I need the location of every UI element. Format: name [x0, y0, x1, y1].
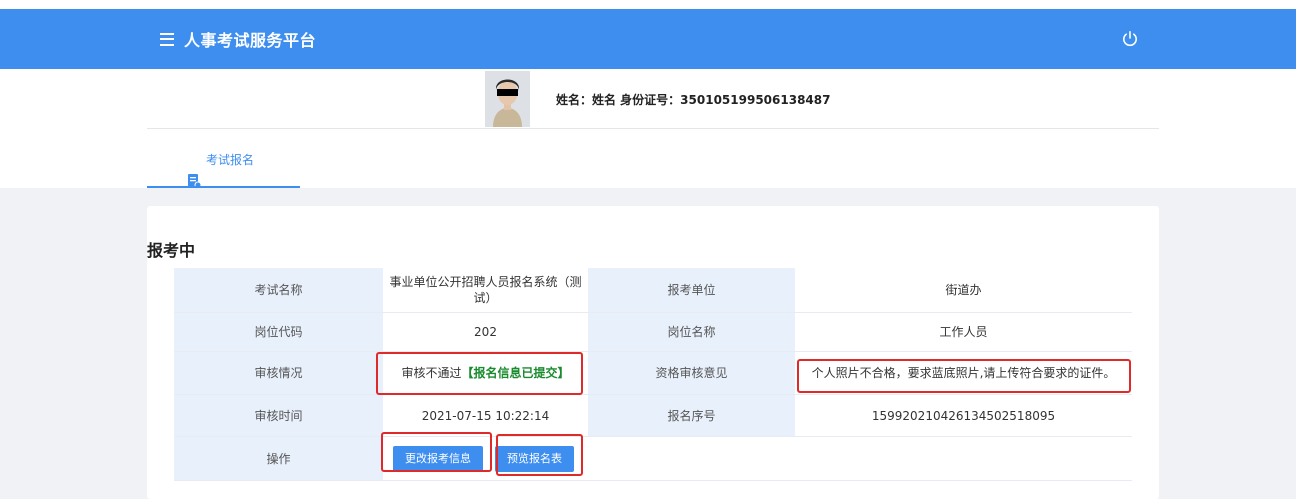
label-unit: 报考单位 [588, 268, 795, 312]
user-bar: 姓名：姓名 身份证号：350105199506138487 [0, 69, 1296, 129]
value-exam-name: 事业单位公开招聘人员报名系统（测试） [389, 275, 582, 305]
label-actions: 操作 [174, 437, 383, 480]
label-registration-number: 报名序号 [588, 395, 795, 436]
power-icon[interactable] [1121, 30, 1139, 48]
label-review-status: 审核情况 [174, 352, 383, 394]
review-status-text: 审核不通过 [401, 366, 462, 380]
brand[interactable]: 人事考试服务平台 [160, 9, 316, 69]
tab-exam-registration[interactable]: 考试报名 [147, 130, 300, 188]
table-row: 岗位代码 202 岗位名称 工作人员 [174, 313, 1132, 352]
edit-registration-button[interactable]: 更改报考信息 [393, 445, 483, 472]
value-position-name: 工作人员 [939, 325, 988, 339]
table-row: 审核情况 审核不通过 【报名信息已提交】 资格审核意见 个人照片不合格，要求蓝底照… [174, 352, 1132, 395]
table-row: 考试名称 事业单位公开招聘人员报名系统（测试） 报考单位 街道办 [174, 268, 1132, 313]
label-review-time: 审核时间 [174, 395, 383, 436]
table-row: 审核时间 2021-07-15 10:22:14 报名序号 1599202104… [174, 395, 1132, 437]
top-navbar: 人事考试服务平台 [0, 9, 1296, 69]
label-exam-name: 考试名称 [174, 268, 383, 312]
value-unit: 街道办 [945, 283, 982, 297]
empty-cell [795, 437, 1132, 480]
actions-cell: 更改报考信息 预览报名表 [383, 437, 588, 480]
divider [147, 128, 1159, 129]
value-review-time: 2021-07-15 10:22:14 [421, 408, 550, 423]
app-title: 人事考试服务平台 [184, 31, 317, 50]
menu-icon[interactable] [160, 32, 174, 46]
tab-label: 考试报名 [206, 153, 255, 167]
empty-cell [588, 437, 795, 480]
value-review-opinion: 个人照片不合格，要求蓝底照片,请上传符合要求的证件。 [811, 366, 1116, 380]
label-review-opinion: 资格审核意见 [588, 352, 795, 394]
user-info: 姓名：姓名 身份证号：350105199506138487 [556, 93, 831, 107]
registration-card: 报考中 考试名称 事业单位公开招聘人员报名系统（测试） 报考单位 街道办 岗位代… [147, 206, 1159, 499]
value-position-code: 202 [474, 325, 497, 339]
label-position-name: 岗位名称 [588, 313, 795, 351]
section-title: 报考中 [147, 241, 196, 260]
value-registration-number: 15992021042613450251809​5 [871, 408, 1056, 423]
table-row: 操作 更改报考信息 预览报名表 [174, 437, 1132, 481]
avatar [485, 71, 530, 127]
submitted-note: 【报名信息已提交】 [461, 366, 570, 380]
label-position-code: 岗位代码 [174, 313, 383, 351]
value-review-status: 审核不通过 【报名信息已提交】 [383, 352, 588, 394]
registration-table: 考试名称 事业单位公开招聘人员报名系统（测试） 报考单位 街道办 岗位代码 20… [174, 268, 1132, 481]
preview-form-button[interactable]: 预览报名表 [495, 445, 574, 472]
